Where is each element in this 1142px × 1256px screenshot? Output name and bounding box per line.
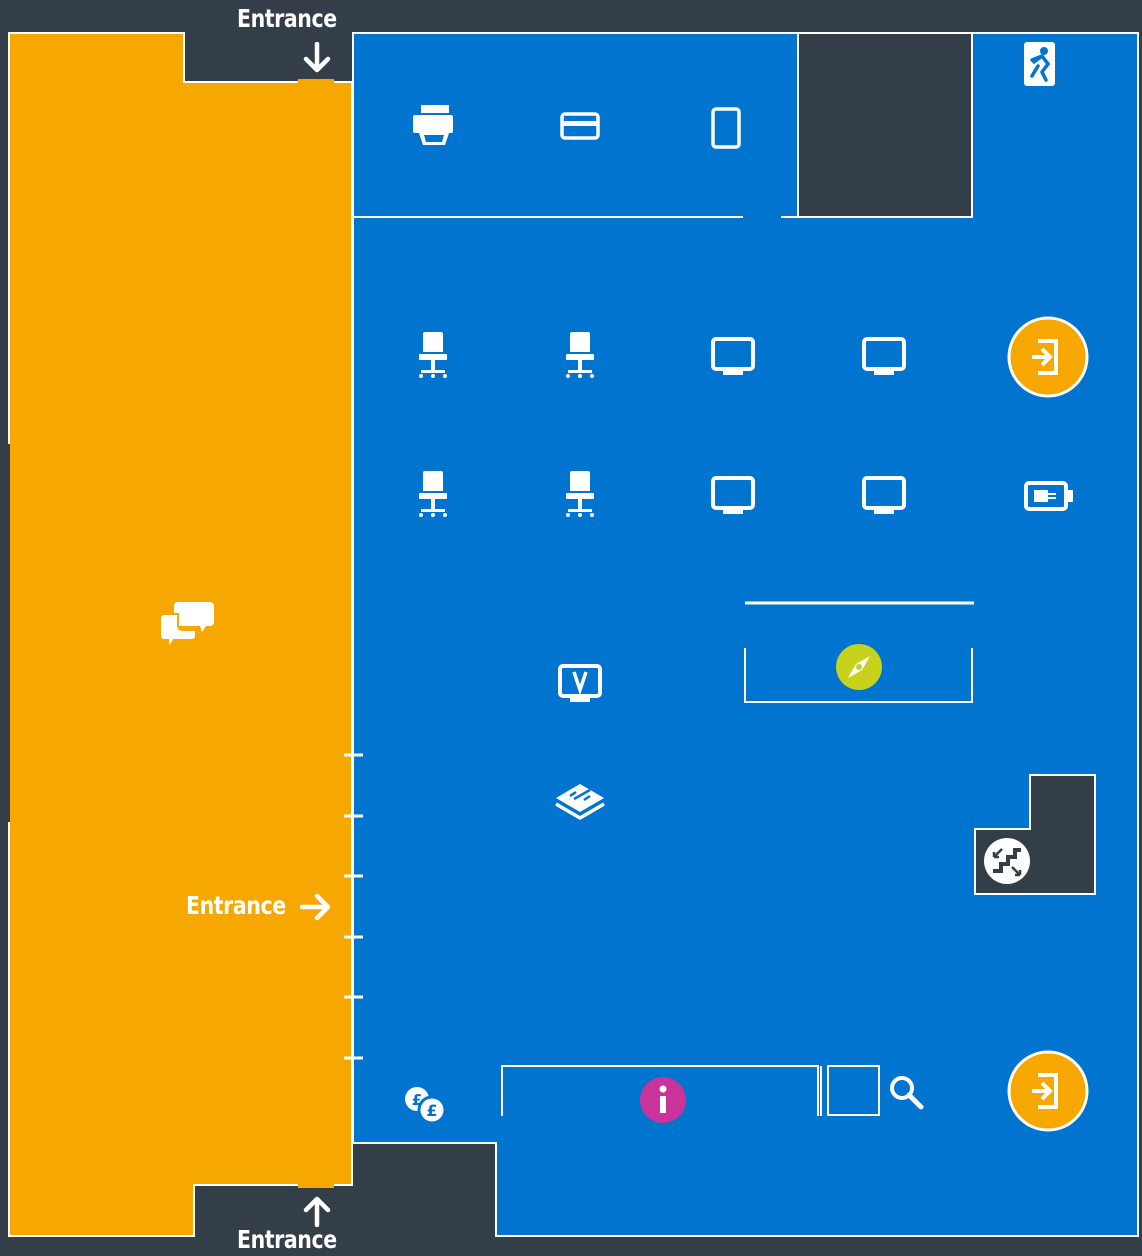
svg-text:£: £	[426, 1101, 437, 1120]
compass-icon	[836, 644, 882, 690]
entry-point-icon	[1007, 1050, 1089, 1132]
chair-icon	[566, 332, 594, 378]
arrow-down-icon	[303, 42, 331, 73]
arrow-right-icon	[300, 893, 331, 921]
stairs-icon	[984, 838, 1030, 884]
entrance-label-middle: Entrance	[186, 891, 286, 920]
svg-text:£: £	[412, 1091, 422, 1109]
chair-icon	[566, 471, 594, 517]
chair-icon	[419, 471, 447, 517]
main-floor-area	[352, 32, 1139, 1237]
chair-icon	[419, 332, 447, 378]
information-icon	[640, 1077, 686, 1123]
floor-plan-map: £ £	[8, 32, 1139, 1237]
arrow-up-icon	[303, 1196, 331, 1227]
storage-room	[797, 32, 973, 218]
entrance-label-top: Entrance	[237, 4, 337, 33]
entry-point-icon	[1007, 316, 1089, 398]
fire-exit-icon	[1024, 39, 1055, 86]
entrance-label-bottom: Entrance	[237, 1225, 337, 1254]
